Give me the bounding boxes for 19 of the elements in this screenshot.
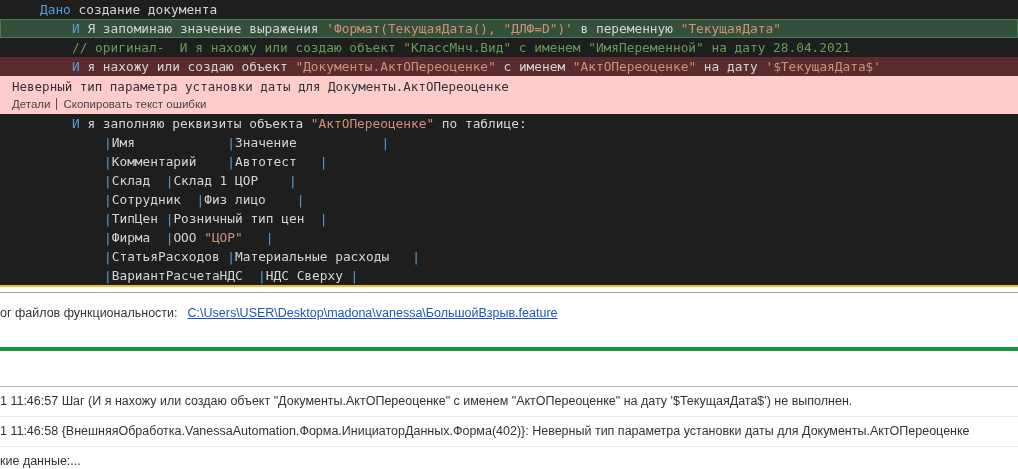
feature-file-link[interactable]: C:\Users\USER\Desktop\madona\vanessa\БольшойВзрыв.feature (187, 306, 558, 320)
code-line: |ВариантРасчетаНДС |НДС Сверху | (103, 267, 360, 285)
code-line: |Имя |Значение | (103, 134, 391, 152)
code-line: |ТипЦен |Розничный тип цен | (103, 210, 329, 228)
error-action-link[interactable]: Скопировать текст ошибки (63, 96, 207, 112)
code-line: |Фирма |ООО "ЦОР" | (103, 229, 275, 247)
code-line: |Склад |Склад 1 ЦОР | (103, 172, 298, 190)
error-action-link[interactable]: Детали (12, 96, 51, 112)
log-message: 1 11:46:57 Шаг (И я нахожу или создаю объект "Документы.АктОПереоценке" с именем "АктОПереоценке" на дату '$ТекущаяДата$') не выполнен. (0, 387, 1018, 417)
code-line: И я заполняю реквизиты объекта "АктОПереоценке" по таблице: (71, 115, 528, 133)
code-line: Дано создание документа (39, 1, 219, 19)
log-message: кие данные:... (0, 453, 82, 469)
code-line: |СтатьяРасходов |Материальные расходы | (103, 248, 421, 266)
code-line: // оригинал- И я нахожу или создаю объект "КлассМнч.Вид" с именем "ИмяПеременной" на дату 28.04.2021 (71, 39, 852, 57)
code-line: |Сотрудник |Физ лицо | (103, 191, 306, 209)
log-message: 1 11:46:58 {ВнешняяОбработка.VanessaAutomation.Форма.ИнициаторДанных.Форма(402)}: Неверный тип параметра установки даты для Документы.АктОПереоценке (0, 417, 1018, 447)
error-message: Неверный тип параметра установки даты для Документы.АктОПереоценке (12, 78, 510, 96)
code-line: |Комментарий |Автотест | (103, 153, 329, 171)
log-path-label: ог файлов функциональности: (0, 306, 178, 320)
